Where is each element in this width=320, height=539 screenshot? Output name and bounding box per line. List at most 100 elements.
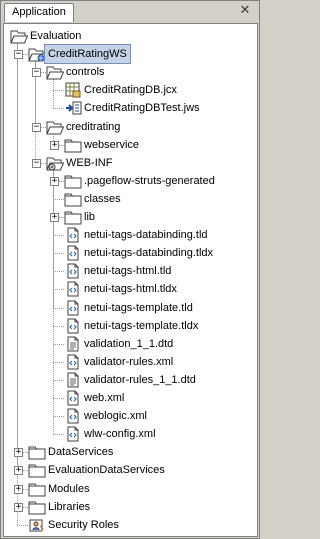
- tree-item-label: classes: [84, 192, 121, 205]
- tree-item[interactable]: − WEB-INF: [4, 154, 254, 172]
- tree-item-label: lib: [84, 211, 96, 223]
- tree-item[interactable]: Evaluation: [4, 27, 254, 45]
- xml-file-icon: [64, 408, 82, 424]
- tree-item[interactable]: − creditrating: [4, 118, 254, 136]
- xml-file-icon: [64, 227, 82, 243]
- tree-item[interactable]: + Modules: [4, 480, 254, 498]
- xml-file-icon: [64, 390, 82, 406]
- tree-item-label: DataServices: [48, 446, 114, 459]
- database-control-icon: [64, 82, 82, 98]
- web-service-icon: [64, 100, 82, 116]
- xml-file-icon: [64, 300, 82, 316]
- tree-item[interactable]: + EvaluationDataServices: [4, 461, 254, 479]
- tree-item-label: EvaluationDataServices: [48, 464, 165, 477]
- tree-item[interactable]: classes: [4, 190, 254, 208]
- gear-folder-icon: [46, 155, 65, 171]
- xml-file-icon: [64, 281, 82, 297]
- tree-item-label: webservice: [84, 138, 140, 151]
- expand-toggle[interactable]: +: [50, 140, 59, 150]
- tree-item-label: Libraries: [48, 500, 91, 513]
- application-panel: Application ✕ Evaluation − CreditRatingWS −…: [0, 0, 260, 539]
- tree-item[interactable]: + DataServices: [4, 443, 254, 461]
- xml-file-icon: [64, 318, 82, 334]
- tree-item-label: validator-rules.xml: [84, 355, 174, 368]
- tree-item-label: weblogic.xml: [84, 410, 147, 423]
- folder-icon: [28, 481, 46, 497]
- tree-item-label: netui-tags-databinding.tld: [84, 229, 208, 242]
- folder-icon: [64, 173, 82, 189]
- folder-open-icon: [46, 119, 65, 135]
- tree-item[interactable]: Security Roles: [4, 516, 254, 534]
- tree-item[interactable]: CreditRatingDB.jcx: [4, 81, 254, 99]
- tree-item-label: WEB-INF: [66, 156, 113, 169]
- tree-item-label: wlw-config.xml: [84, 428, 156, 441]
- tree-item-label: Security Roles: [48, 518, 119, 531]
- tree-item-label: Evaluation: [30, 30, 82, 42]
- tree-item-label: Modules: [48, 482, 90, 495]
- expand-toggle[interactable]: +: [50, 213, 59, 222]
- web-project-icon: [28, 46, 47, 62]
- tree-item-label: validation_1_1.dtd: [84, 337, 174, 350]
- folder-icon: [28, 462, 46, 478]
- folder-open-icon: [10, 28, 29, 44]
- tree-item[interactable]: netui-tags-html.tldx: [4, 280, 254, 298]
- expand-toggle[interactable]: +: [14, 502, 23, 512]
- folder-icon: [64, 209, 82, 225]
- folder-icon: [28, 499, 46, 515]
- folder-icon: [64, 191, 82, 207]
- expand-toggle[interactable]: +: [50, 176, 59, 186]
- collapse-toggle[interactable]: −: [32, 122, 41, 132]
- application-tree[interactable]: Evaluation − CreditRatingWS − controls Credit…: [3, 23, 258, 537]
- tree-item[interactable]: netui-tags-template.tldx: [4, 317, 254, 335]
- tree-item-label: CreditRatingDB.jcx: [84, 84, 177, 97]
- folder-icon: [64, 137, 82, 153]
- xml-file-icon: [64, 263, 82, 279]
- tree-item[interactable]: − controls: [4, 63, 254, 81]
- tree-item[interactable]: validation_1_1.dtd: [4, 335, 254, 353]
- tree-item[interactable]: wlw-config.xml: [4, 425, 254, 443]
- tree-item-label: creditrating: [66, 120, 121, 133]
- xml-file-icon: [64, 426, 82, 442]
- tree-item[interactable]: validator-rules.xml: [4, 353, 254, 371]
- tree-item[interactable]: netui-tags-databinding.tld: [4, 226, 254, 244]
- tree-item-label: netui-tags-html.tldx: [84, 283, 177, 296]
- tree-item-label: web.xml: [84, 392, 125, 404]
- expand-toggle[interactable]: +: [14, 466, 23, 476]
- tree-item[interactable]: weblogic.xml: [4, 407, 254, 425]
- tree-item-label: .pageflow-struts-generated: [84, 174, 215, 187]
- tree-item[interactable]: + .pageflow-struts-generated: [4, 172, 254, 190]
- tree-item-label: netui-tags-template.tldx: [84, 319, 199, 332]
- tree-item[interactable]: netui-tags-html.tld: [4, 262, 254, 280]
- tree-item-label: netui-tags-html.tld: [84, 265, 172, 278]
- tab-application[interactable]: Application: [4, 3, 74, 22]
- close-icon[interactable]: ✕: [238, 3, 252, 17]
- tree-item[interactable]: CreditRatingDBTest.jws: [4, 99, 254, 117]
- folder-open-icon: [46, 64, 65, 80]
- tree-item-label: CreditRatingWS: [44, 44, 131, 65]
- tree-item-label: CreditRatingDBTest.jws: [84, 102, 200, 115]
- tab-bar: Application ✕: [1, 1, 259, 23]
- tree-item[interactable]: + webservice: [4, 136, 254, 154]
- collapse-toggle[interactable]: −: [32, 68, 41, 78]
- tree-item[interactable]: + lib: [4, 208, 254, 226]
- collapse-toggle[interactable]: −: [32, 158, 41, 168]
- tree-item-label: netui-tags-databinding.tldx: [84, 247, 214, 260]
- security-roles-icon: [28, 517, 46, 533]
- tree-item-label: validator-rules_1_1.dtd: [84, 373, 196, 386]
- expand-toggle[interactable]: +: [14, 484, 23, 494]
- tree-item[interactable]: netui-tags-template.tld: [4, 299, 254, 317]
- text-file-icon: [64, 372, 82, 388]
- tree-item-label: netui-tags-template.tld: [84, 301, 193, 314]
- folder-icon: [28, 444, 46, 460]
- xml-file-icon: [64, 245, 82, 261]
- tree-item-label: controls: [66, 66, 105, 79]
- xml-file-icon: [64, 354, 82, 370]
- tree-item[interactable]: − CreditRatingWS: [4, 44, 254, 65]
- tree-item[interactable]: + Libraries: [4, 498, 254, 516]
- tree-item[interactable]: web.xml: [4, 389, 254, 407]
- text-file-icon: [64, 336, 82, 352]
- expand-toggle[interactable]: +: [14, 448, 23, 458]
- tree-item[interactable]: validator-rules_1_1.dtd: [4, 371, 254, 389]
- tree-item[interactable]: netui-tags-databinding.tldx: [4, 244, 254, 262]
- collapse-toggle[interactable]: −: [14, 50, 23, 60]
